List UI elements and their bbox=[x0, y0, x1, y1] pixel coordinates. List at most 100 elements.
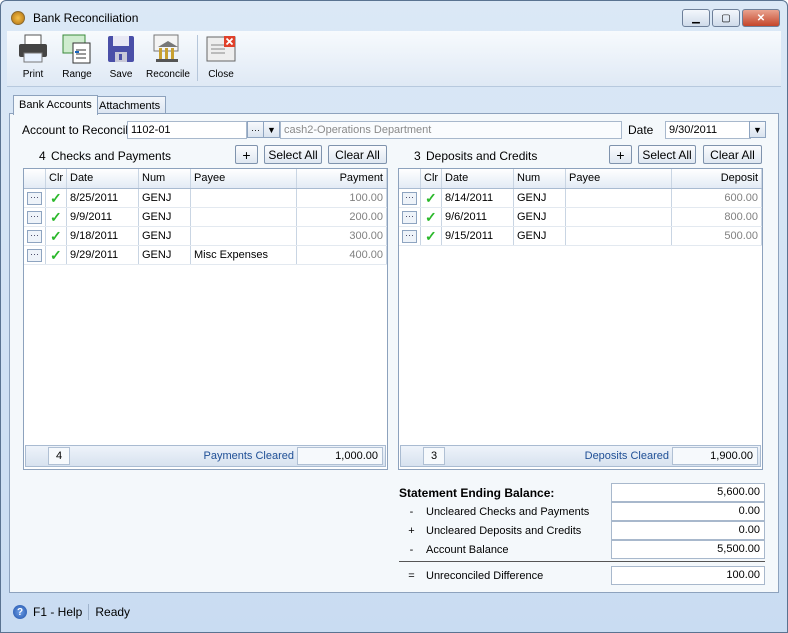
add-check-button[interactable]: + bbox=[235, 145, 258, 164]
account-dropdown-button[interactable]: ▼ bbox=[263, 121, 280, 138]
range-button[interactable]: Range bbox=[55, 33, 99, 80]
deposits-title: Deposits and Credits bbox=[426, 149, 538, 163]
amount-cell: 200.00 bbox=[297, 208, 387, 226]
account-balance-label: Account Balance bbox=[426, 543, 509, 556]
unreconciled-difference-label: Unreconciled Difference bbox=[426, 569, 544, 582]
close-button[interactable]: Close bbox=[199, 33, 243, 80]
column-header[interactable] bbox=[399, 169, 421, 188]
deposits-select-all-button[interactable]: Select All bbox=[638, 145, 696, 164]
table-row[interactable]: ··· ✓ 9/29/2011 GENJ Misc Expenses 400.00 bbox=[24, 246, 387, 265]
date-cell: 9/15/2011 bbox=[442, 227, 514, 245]
date-cell: 9/29/2011 bbox=[67, 246, 139, 264]
num-cell: GENJ bbox=[514, 227, 566, 245]
grid-footer: 3 Deposits Cleared 1,900.00 bbox=[400, 445, 761, 467]
deposits-grid: Clr Date Num Payee Deposit ··· ✓ 8/14/2011 GENJ 6… bbox=[398, 168, 763, 470]
row-edit-button[interactable]: ··· bbox=[399, 208, 421, 226]
save-button[interactable]: Save bbox=[99, 33, 143, 80]
deposits-clear-all-button[interactable]: Clear All bbox=[703, 145, 762, 164]
payee-cell: Misc Expenses bbox=[191, 246, 297, 264]
checks-clear-all-button[interactable]: Clear All bbox=[328, 145, 387, 164]
sign: + bbox=[408, 524, 415, 537]
maximize-button[interactable]: ▢ bbox=[712, 9, 740, 27]
checks-count: 4 bbox=[39, 149, 46, 163]
date-dropdown-button[interactable]: ▼ bbox=[749, 121, 766, 138]
column-header[interactable]: Payment bbox=[297, 169, 387, 188]
table-row[interactable]: ··· ✓ 9/6/2011 GENJ 800.00 bbox=[399, 208, 762, 227]
date-input[interactable]: 9/30/2011 bbox=[665, 121, 751, 139]
cleared-label: Deposits Cleared bbox=[584, 450, 669, 462]
column-header[interactable] bbox=[24, 169, 46, 188]
tab-attachments[interactable]: Attachments bbox=[93, 96, 167, 114]
column-header[interactable]: Payee bbox=[191, 169, 297, 188]
close-window-button[interactable]: ✕ bbox=[742, 9, 780, 27]
cleared-label: Payments Cleared bbox=[203, 450, 295, 462]
cleared-check-icon[interactable]: ✓ bbox=[46, 189, 67, 207]
cleared-check-icon[interactable]: ✓ bbox=[421, 208, 442, 226]
uncleared-checks-label: Uncleared Checks and Payments bbox=[426, 505, 590, 518]
sign: = bbox=[408, 569, 415, 582]
add-deposit-button[interactable]: + bbox=[609, 145, 632, 164]
checks-grid: Clr Date Num Payee Payment ··· ✓ 8/25/2011 GENJ 1… bbox=[23, 168, 388, 470]
account-label: Account to Reconcile bbox=[22, 123, 135, 137]
cleared-total: 1,000.00 bbox=[297, 447, 383, 465]
table-row[interactable]: ··· ✓ 9/18/2011 GENJ 300.00 bbox=[24, 227, 387, 246]
title-bar: Bank Reconciliation bbox=[11, 7, 138, 29]
column-header[interactable]: Clr bbox=[421, 169, 442, 188]
reconcile-button[interactable]: Reconcile bbox=[145, 33, 191, 80]
column-header[interactable]: Date bbox=[67, 169, 139, 188]
column-header[interactable]: Clr bbox=[46, 169, 67, 188]
date-cell: 8/14/2011 bbox=[442, 189, 514, 207]
amount-cell: 800.00 bbox=[672, 208, 762, 226]
table-row[interactable]: ··· ✓ 8/25/2011 GENJ 100.00 bbox=[24, 189, 387, 208]
range-icon bbox=[61, 33, 93, 65]
grid-footer: 4 Payments Cleared 1,000.00 bbox=[25, 445, 386, 467]
amount-cell: 600.00 bbox=[672, 189, 762, 207]
column-header[interactable]: Deposit bbox=[672, 169, 762, 188]
statement-ending-balance-row: Statement Ending Balance: 5,600.00 bbox=[397, 483, 765, 502]
column-header[interactable]: Date bbox=[442, 169, 514, 188]
tab-bank-accounts[interactable]: Bank Accounts bbox=[13, 95, 98, 115]
row-edit-button[interactable]: ··· bbox=[399, 189, 421, 207]
summary-row: + Uncleared Deposits and Credits 0.00 bbox=[397, 521, 765, 540]
account-input[interactable]: 1102-01 bbox=[127, 121, 247, 139]
row-edit-button[interactable]: ··· bbox=[24, 208, 46, 226]
column-header[interactable]: Payee bbox=[566, 169, 672, 188]
save-icon bbox=[105, 33, 137, 65]
cleared-check-icon[interactable]: ✓ bbox=[421, 189, 442, 207]
date-cell: 9/18/2011 bbox=[67, 227, 139, 245]
table-row[interactable]: ··· ✓ 9/15/2011 GENJ 500.00 bbox=[399, 227, 762, 246]
column-header[interactable]: Num bbox=[514, 169, 566, 188]
checks-title: Checks and Payments bbox=[51, 149, 172, 163]
row-edit-button[interactable]: ··· bbox=[24, 246, 46, 264]
uncleared-checks-value: 0.00 bbox=[611, 502, 765, 521]
window-title: Bank Reconciliation bbox=[33, 11, 139, 25]
row-edit-button[interactable]: ··· bbox=[399, 227, 421, 245]
minimize-button[interactable]: ▁ bbox=[682, 9, 710, 27]
printer-icon bbox=[17, 33, 49, 65]
sign: - bbox=[409, 505, 414, 518]
uncleared-deposits-label: Uncleared Deposits and Credits bbox=[426, 524, 582, 537]
cleared-check-icon[interactable]: ✓ bbox=[421, 227, 442, 245]
cleared-count: 3 bbox=[423, 447, 445, 465]
cleared-check-icon[interactable]: ✓ bbox=[46, 246, 67, 264]
cleared-check-icon[interactable]: ✓ bbox=[46, 208, 67, 226]
close-icon bbox=[205, 33, 237, 65]
row-edit-button[interactable]: ··· bbox=[24, 227, 46, 245]
table-row[interactable]: ··· ✓ 9/9/2011 GENJ 200.00 bbox=[24, 208, 387, 227]
cleared-check-icon[interactable]: ✓ bbox=[46, 227, 67, 245]
print-button[interactable]: Print bbox=[11, 33, 55, 80]
column-header[interactable]: Num bbox=[139, 169, 191, 188]
help-icon[interactable]: ? bbox=[13, 605, 27, 619]
app-icon bbox=[11, 11, 25, 25]
bank-icon bbox=[152, 33, 184, 65]
payee-cell bbox=[566, 208, 672, 226]
row-edit-button[interactable]: ··· bbox=[24, 189, 46, 207]
num-cell: GENJ bbox=[139, 246, 191, 264]
num-cell: GENJ bbox=[139, 208, 191, 226]
help-text[interactable]: F1 - Help bbox=[33, 605, 82, 619]
account-lookup-button[interactable]: ··· bbox=[247, 121, 264, 138]
statement-ending-balance-input[interactable]: 5,600.00 bbox=[611, 483, 765, 502]
summary-row: - Uncleared Checks and Payments 0.00 bbox=[397, 502, 765, 521]
table-row[interactable]: ··· ✓ 8/14/2011 GENJ 600.00 bbox=[399, 189, 762, 208]
checks-select-all-button[interactable]: Select All bbox=[264, 145, 322, 164]
